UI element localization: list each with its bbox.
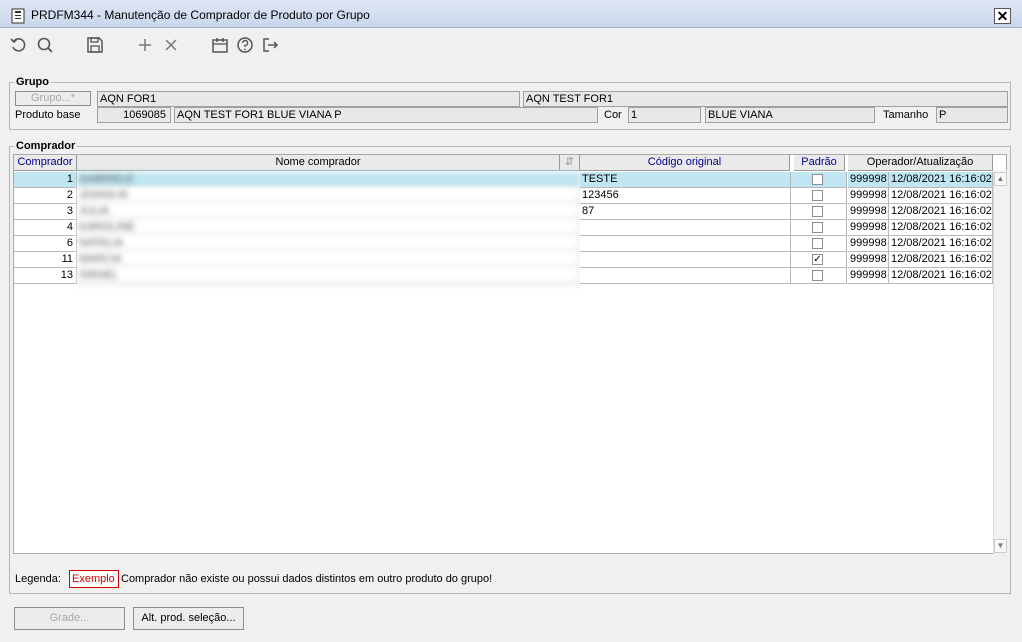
row-comprador-id[interactable]: 13 [14,268,77,284]
row-data[interactable]: 12/08/2021 16:16:02 [889,252,993,268]
header-padrao[interactable]: Padrão [794,155,845,171]
row-data[interactable]: 12/08/2021 16:16:02 [889,188,993,204]
row-codigo[interactable] [580,268,791,284]
padrao-checkbox[interactable] [812,174,823,185]
cor-desc-field[interactable]: BLUE VIANA [705,107,875,123]
padrao-checkbox[interactable] [812,206,823,217]
row-comprador-id[interactable]: 2 [14,188,77,204]
row-codigo[interactable] [580,220,791,236]
row-nome[interactable]: JOANA M [77,188,580,204]
row-nome[interactable]: JULIA [77,204,580,220]
delete-icon[interactable] [161,35,181,55]
row-operador[interactable]: 999998 [848,204,889,220]
legenda-label: Legenda: [15,573,61,585]
row-data[interactable]: 12/08/2021 16:16:02 [889,172,993,188]
produto-desc-field[interactable]: AQN TEST FOR1 BLUE VIANA P [174,107,598,123]
grupo-legend: Grupo [14,76,51,88]
close-button[interactable]: ✕ [994,8,1011,24]
undo-icon[interactable] [9,35,29,55]
search-icon[interactable] [35,35,55,55]
row-comprador-id[interactable]: 11 [14,252,77,268]
header-codigo[interactable]: Código original [580,155,790,171]
row-nome[interactable]: NATALIA [77,236,580,252]
exit-icon[interactable] [260,35,280,55]
tamanho-field[interactable]: P [936,107,1008,123]
row-codigo[interactable]: 123456 [580,188,791,204]
cor-code-field[interactable]: 1 [628,107,701,123]
grid-scrollbar[interactable] [993,171,1008,554]
scroll-down-arrow[interactable]: ▼ [994,539,1007,553]
row-comprador-id[interactable]: 4 [14,220,77,236]
save-icon[interactable] [85,35,105,55]
row-data[interactable]: 12/08/2021 16:16:02 [889,204,993,220]
row-nome[interactable]: GABRIELE [77,172,580,188]
alt-prod-selecao-button[interactable]: Alt. prod. seleção... [133,607,244,630]
row-codigo[interactable]: TESTE [580,172,791,188]
window-title: PRDFM344 - Manutenção de Comprador de Pr… [31,8,370,22]
produto-code-field[interactable]: 1069085 [97,107,171,123]
produto-base-label: Produto base [15,109,81,121]
row-operador[interactable]: 999998 [848,220,889,236]
row-nome[interactable]: KAROLINE [77,220,580,236]
row-codigo[interactable] [580,236,791,252]
help-icon[interactable] [235,35,255,55]
scroll-up-arrow[interactable]: ▲ [994,172,1007,186]
grupo-field-2[interactable]: AQN TEST FOR1 [523,91,1008,107]
legenda-text: Comprador não existe ou possui dados dis… [121,573,493,585]
padrao-checkbox[interactable] [812,270,823,281]
row-operador[interactable]: 999998 [848,252,889,268]
row-comprador-id[interactable]: 6 [14,236,77,252]
row-operador[interactable]: 999998 [848,236,889,252]
padrao-checkbox[interactable] [812,190,823,201]
row-nome[interactable]: ISRAEL [77,268,580,284]
row-operador[interactable]: 999998 [848,268,889,284]
sort-icon[interactable]: ⇵ [560,155,580,171]
row-operador[interactable]: 999998 [848,172,889,188]
row-operador[interactable]: 999998 [848,188,889,204]
grupo-button[interactable]: Grupo...* [15,91,91,106]
row-comprador-id[interactable]: 3 [14,204,77,220]
row-data[interactable]: 12/08/2021 16:16:02 [889,236,993,252]
row-data[interactable]: 12/08/2021 16:16:02 [889,268,993,284]
tamanho-label: Tamanho [883,109,929,121]
padrao-checkbox-checked[interactable]: ✓ [812,254,823,265]
row-codigo[interactable] [580,252,791,268]
row-comprador-id[interactable]: 1 [14,172,77,188]
padrao-checkbox[interactable] [812,238,823,249]
header-nome[interactable]: Nome comprador [77,155,560,171]
cor-label: Cor [604,109,622,121]
row-codigo[interactable]: 87 [580,204,791,220]
padrao-checkbox[interactable] [812,222,823,233]
grade-button[interactable]: Grade... [14,607,125,630]
header-comprador[interactable]: Comprador [14,155,77,171]
row-data[interactable]: 12/08/2021 16:16:02 [889,220,993,236]
add-icon[interactable] [135,35,155,55]
grupo-field-1[interactable]: AQN FOR1 [97,91,520,107]
app-icon [11,8,25,24]
calendar-icon[interactable] [210,35,230,55]
row-nome[interactable]: MARCIA [77,252,580,268]
legenda-example: Exemplo [72,573,115,585]
header-operador[interactable]: Operador/Atualização [848,155,993,171]
comprador-legend: Comprador [14,140,78,152]
